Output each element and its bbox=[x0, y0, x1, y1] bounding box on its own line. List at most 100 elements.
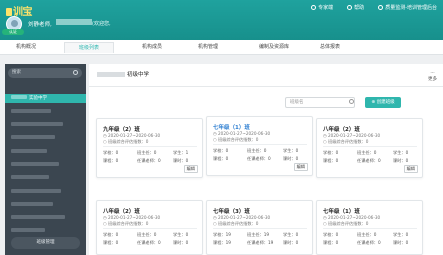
divider bbox=[323, 146, 417, 147]
tab-reports[interactable]: 总体报表 bbox=[310, 42, 350, 53]
sidebar-item[interactable] bbox=[5, 161, 86, 170]
more-button[interactable]: ··· 更多 bbox=[428, 71, 437, 82]
stat: 学校：0 bbox=[323, 232, 339, 237]
divider bbox=[323, 228, 417, 229]
tab-class-list[interactable]: 班级列表 bbox=[64, 42, 114, 53]
class-date-text: 2020-01-27~2020-06-30 bbox=[108, 215, 161, 220]
stat: 任课老师：0 bbox=[137, 158, 161, 163]
redacted-text bbox=[97, 72, 125, 77]
stat: 学校：19 bbox=[213, 232, 231, 237]
class-date: ◷ 2020-01-27~2020-06-30 bbox=[103, 215, 161, 220]
redacted-text bbox=[11, 175, 49, 179]
sidebar-search-placeholder: 搜索 bbox=[12, 70, 21, 75]
sidebar-search-input[interactable]: 搜索 bbox=[8, 68, 82, 78]
help-icon bbox=[347, 5, 353, 10]
stat: 课程：0 bbox=[103, 158, 119, 163]
class-card[interactable]: 九年级（2）班 ◷ 2020-01-27~2020-06-30 ○ 班级综合评估… bbox=[96, 118, 203, 178]
stat: 学生：0 bbox=[173, 232, 189, 237]
header-links: 专家端 帮助 质量监测-培训管理后台 bbox=[311, 4, 437, 11]
class-card[interactable]: 八年级（2）班 ◷ 2020-01-27~2020-06-30 ○ 班级综合评估… bbox=[316, 118, 423, 178]
class-score: ○ 班级综合评估指数：0 bbox=[103, 221, 149, 226]
page-title: 初级中学 bbox=[97, 70, 149, 78]
stat: 课程：0 bbox=[103, 240, 119, 245]
help-link[interactable]: 帮助 bbox=[347, 4, 364, 11]
divider bbox=[89, 86, 443, 87]
more-label: 更多 bbox=[428, 77, 437, 82]
class-score-text: 班级综合评估指数：0 bbox=[108, 221, 149, 226]
redacted-text bbox=[56, 19, 92, 25]
stat: 课程：0 bbox=[213, 156, 229, 161]
stat: 班主任：19 bbox=[247, 232, 270, 237]
expert-link[interactable]: 专家端 bbox=[311, 4, 333, 11]
class-title: 七年级（3）班 bbox=[213, 209, 250, 215]
sidebar-item[interactable] bbox=[5, 134, 86, 143]
stat: 任课老师：0 bbox=[137, 240, 161, 245]
stat: 学生：0 bbox=[393, 232, 409, 237]
class-search-input[interactable]: 班级名 bbox=[285, 97, 355, 108]
tab-org-overview[interactable]: 机构概况 bbox=[6, 42, 46, 53]
class-card[interactable]: 七年级（3）班 ◷ 2020-01-27~2020-06-30 ○ 班级综合评估… bbox=[206, 200, 313, 255]
class-score: ○ 班级综合评估指数：0 bbox=[213, 137, 259, 142]
sidebar-item[interactable] bbox=[5, 108, 86, 117]
stat: 课程：0 bbox=[323, 158, 339, 163]
class-date: ◷ 2020-01-27~2020-06-30 bbox=[323, 215, 381, 220]
class-title: 九年级（2）班 bbox=[103, 127, 140, 133]
class-title: 七年级（1）班 bbox=[323, 209, 360, 215]
stat: 班主任：0 bbox=[137, 232, 157, 237]
class-score: ○ 班级综合评估指数：0 bbox=[323, 221, 369, 226]
tab-org-management[interactable]: 机构管理 bbox=[188, 42, 228, 53]
avatar-badge: 认证 bbox=[2, 29, 24, 35]
sidebar-item[interactable] bbox=[5, 121, 86, 130]
settings-icon bbox=[378, 5, 384, 10]
user-subtitle: (欢迎您, bbox=[92, 21, 111, 27]
stat: 班主任：0 bbox=[137, 150, 157, 155]
class-score-text: 班级综合评估指数：0 bbox=[328, 139, 369, 144]
tab-org-members[interactable]: 机构成员 bbox=[132, 42, 172, 53]
stat: 课时：0 bbox=[283, 240, 299, 245]
class-card[interactable]: 八年级（2）班 ◷ 2020-01-27~2020-06-30 ○ 班级综合评估… bbox=[96, 200, 203, 255]
sidebar-item[interactable] bbox=[5, 174, 86, 183]
sidebar-item[interactable] bbox=[5, 188, 86, 197]
class-date: ◷ 2020-01-27~2020-06-30 bbox=[213, 131, 271, 136]
edit-button[interactable]: 编辑 bbox=[403, 165, 418, 173]
create-class-label: 创建班级 bbox=[376, 100, 395, 105]
class-title: 八年级（2）班 bbox=[323, 127, 360, 133]
class-score: ○ 班级综合评估指数：0 bbox=[213, 221, 259, 226]
search-icon[interactable] bbox=[349, 99, 354, 104]
app-header: 训宝 认证 刘静老师, (欢迎您, 专家端 帮助 质量监测-培训管理后台 bbox=[0, 0, 443, 40]
class-score-text: 班级综合评估指数：0 bbox=[328, 221, 369, 226]
class-date-text: 2020-01-27~2020-06-30 bbox=[328, 215, 381, 220]
class-date-text: 2020-01-27~2020-06-30 bbox=[328, 133, 381, 138]
edit-button[interactable]: 编辑 bbox=[183, 165, 198, 173]
sidebar-item-label: 实验中学 bbox=[29, 96, 47, 101]
stat: 学校：0 bbox=[323, 150, 339, 155]
create-class-button[interactable]: ⊕ 创建班级 bbox=[365, 97, 401, 108]
stat: 课时：0 bbox=[393, 158, 409, 163]
sidebar-item[interactable] bbox=[5, 148, 86, 157]
redacted-text bbox=[11, 135, 55, 139]
class-date-text: 2020-01-27~2020-06-30 bbox=[108, 133, 161, 138]
edit-button[interactable]: 编辑 bbox=[293, 163, 308, 171]
sidebar-item[interactable] bbox=[5, 214, 86, 223]
redacted-text bbox=[11, 189, 61, 193]
search-icon[interactable] bbox=[73, 70, 78, 75]
stat: 课程：19 bbox=[213, 240, 231, 245]
divider bbox=[103, 228, 197, 229]
tab-resources[interactable]: 编制及资源库 bbox=[246, 42, 302, 53]
redacted-text bbox=[11, 215, 65, 219]
user-icon bbox=[311, 5, 317, 10]
class-management-button[interactable]: 班级管理 bbox=[11, 237, 80, 249]
help-link-label: 帮助 bbox=[354, 5, 365, 11]
admin-link-label: 质量监测-培训管理后台 bbox=[385, 5, 437, 11]
admin-link[interactable]: 质量监测-培训管理后台 bbox=[378, 4, 437, 11]
sidebar-item[interactable] bbox=[5, 201, 86, 210]
class-date-text: 2020-01-27~2020-06-30 bbox=[218, 215, 271, 220]
class-card[interactable]: 七年级（1）班 ◷ 2020-01-27~2020-06-30 ○ 班级综合评估… bbox=[316, 200, 423, 255]
stat: 课时：0 bbox=[283, 156, 299, 161]
class-card[interactable]: 七年级（1）班 ◷ 2020-01-27~2020-06-30 ○ 班级综合评估… bbox=[206, 116, 313, 176]
stat: 学生：0 bbox=[393, 150, 409, 155]
sidebar-item[interactable] bbox=[5, 227, 86, 236]
stat: 课时：0 bbox=[173, 240, 189, 245]
redacted-text bbox=[11, 149, 47, 153]
sidebar-item-active[interactable]: 实验中学 bbox=[5, 94, 86, 103]
